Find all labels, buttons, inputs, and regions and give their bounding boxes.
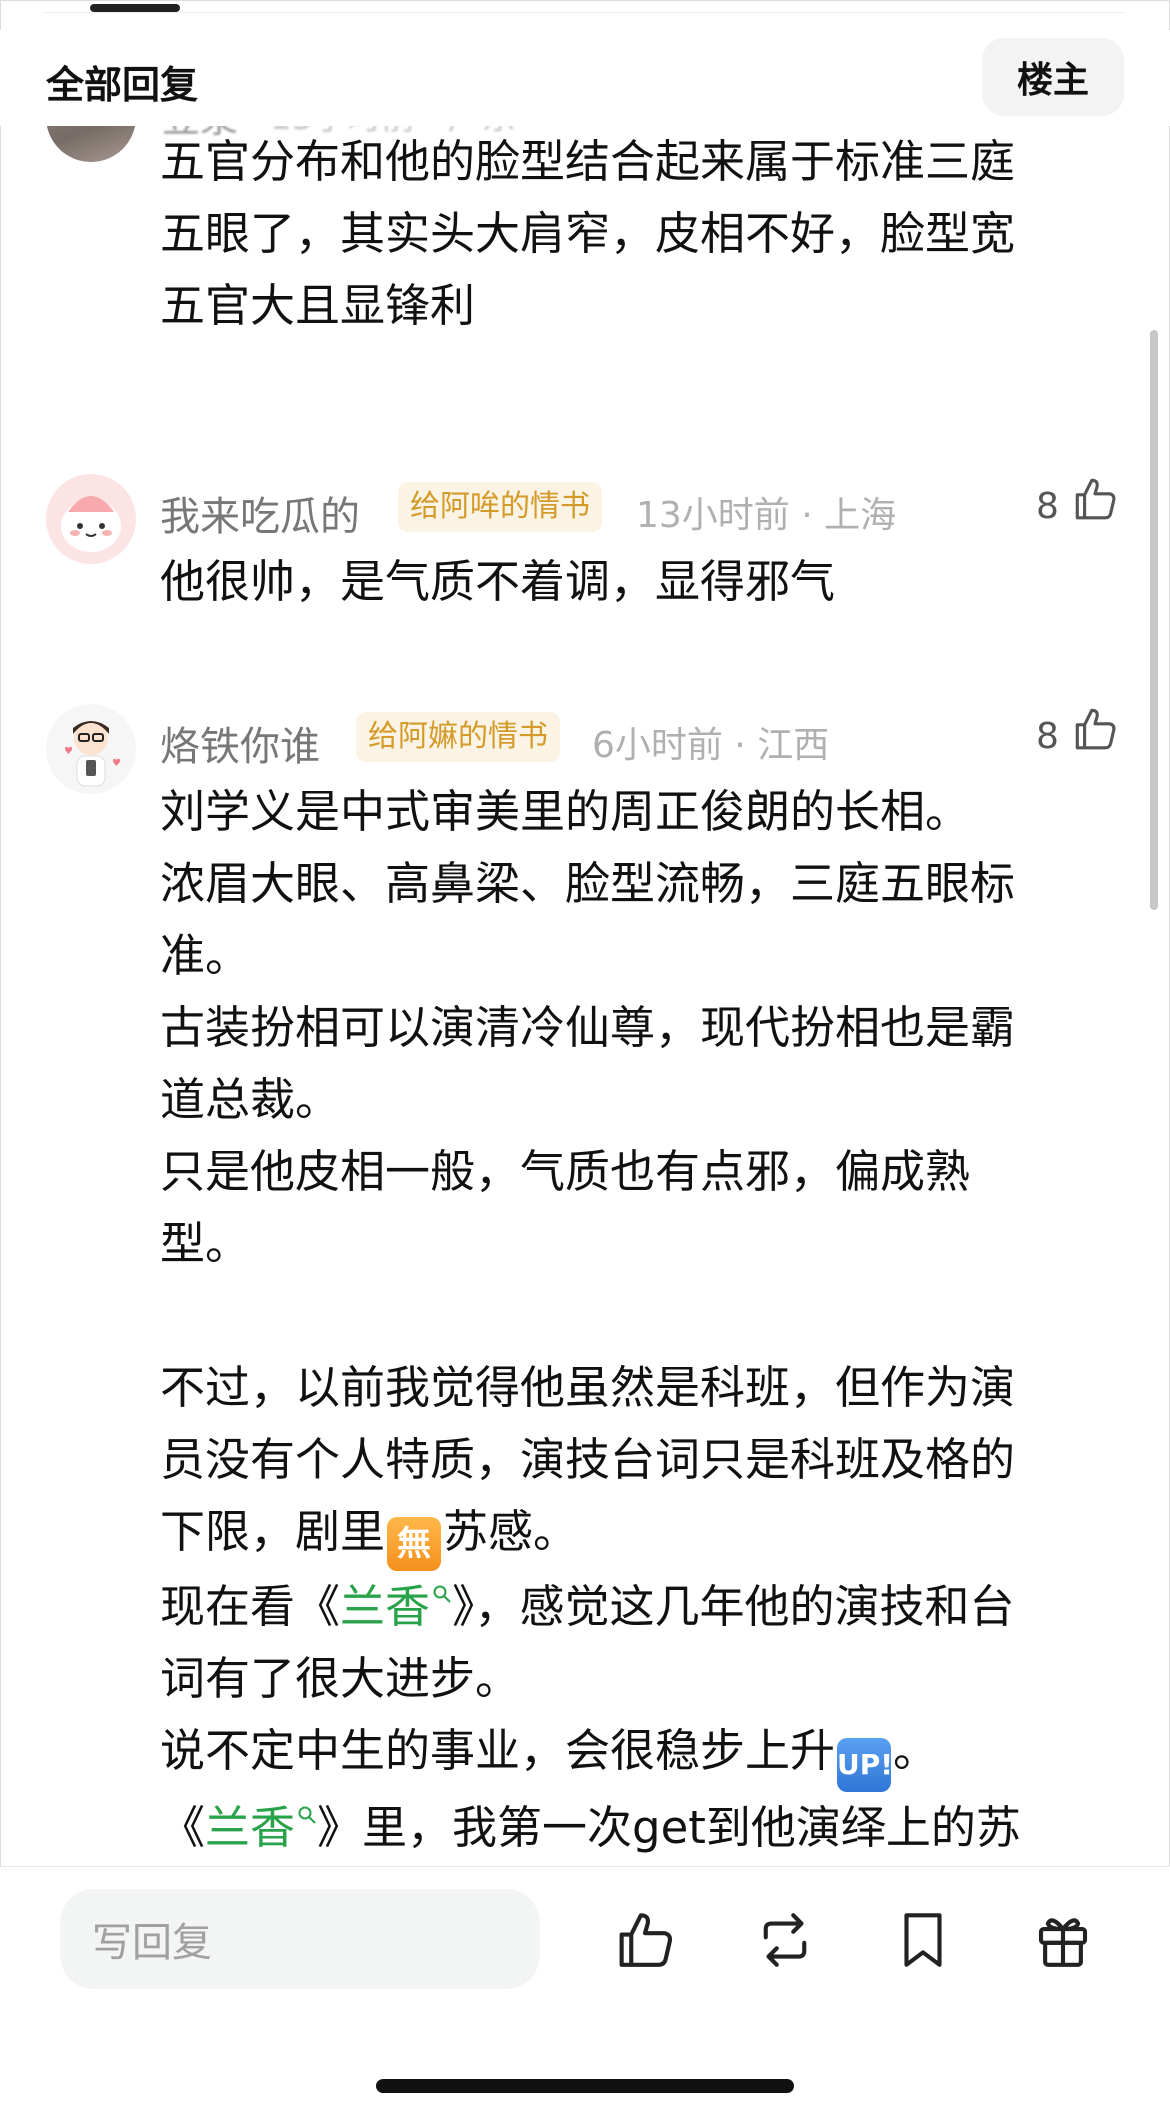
topic-link[interactable]: 兰香 — [340, 1580, 452, 1633]
comment-text: 刘学义是中式审美里的周正俊朗的长相。 浓眉大眼、高鼻梁、脸型流畅，三庭五眼标 准… — [160, 785, 1021, 1854]
thumbs-up-icon[interactable] — [1070, 704, 1120, 754]
comment-text: 五官分布和他的脸型结合起来属于标准三庭 五眼了，其实头大肩窄，皮相不好，脸型宽 … — [160, 135, 1016, 332]
scrollbar[interactable] — [1150, 330, 1158, 910]
bottom-action-bar: 写回复 — [0, 1866, 1170, 2119]
avatar[interactable] — [46, 474, 136, 564]
user-badge[interactable]: 给阿哞的情书 — [398, 482, 602, 532]
home-indicator[interactable] — [376, 2079, 794, 2093]
username[interactable]: 烙铁你谁 — [160, 714, 320, 772]
avatar[interactable]: ♥ ♥ — [46, 704, 136, 794]
comment-meta: 13小时前 · 上海 — [636, 495, 897, 536]
page-title: 全部回复 — [46, 63, 199, 107]
user-badge[interactable]: 给阿嫲的情书 — [356, 712, 560, 762]
bookmark-icon[interactable] — [890, 1907, 956, 1973]
avatar[interactable] — [46, 126, 136, 162]
search-icon — [298, 1806, 316, 1824]
svg-text:♥: ♥ — [64, 746, 73, 757]
comment-list[interactable]: 豆浆 15小时前 · 广东 6 五官分布和他的脸型结合起来属于标准三庭 五眼了，… — [0, 126, 1170, 1866]
search-icon — [433, 1585, 451, 1603]
thumbs-up-icon[interactable] — [1070, 474, 1120, 524]
like-count: 8 — [1036, 716, 1059, 757]
comment-text: 他很帅，是气质不着调，显得邪气 — [160, 555, 836, 608]
top-divider — [44, 12, 1126, 13]
comment-meta: 6小时前 · 江西 — [592, 725, 830, 766]
svg-text:♥: ♥ — [112, 758, 121, 769]
replies-header: 全部回复 楼主 — [0, 30, 1170, 126]
up-emoji-icon: UP! — [837, 1738, 893, 1792]
tab-indicator — [90, 4, 180, 12]
wu-emoji-icon: 無 — [387, 1517, 442, 1571]
gift-icon[interactable] — [1030, 1907, 1096, 1973]
repost-icon[interactable] — [752, 1907, 818, 1973]
like-count: 8 — [1036, 486, 1059, 527]
thumbs-up-icon[interactable] — [612, 1907, 678, 1973]
owner-only-button[interactable]: 楼主 — [982, 38, 1124, 116]
topic-link[interactable]: 兰香 — [205, 1801, 317, 1854]
reply-input[interactable]: 写回复 — [60, 1889, 540, 1989]
username[interactable]: 我来吃瓜的 — [160, 484, 360, 542]
